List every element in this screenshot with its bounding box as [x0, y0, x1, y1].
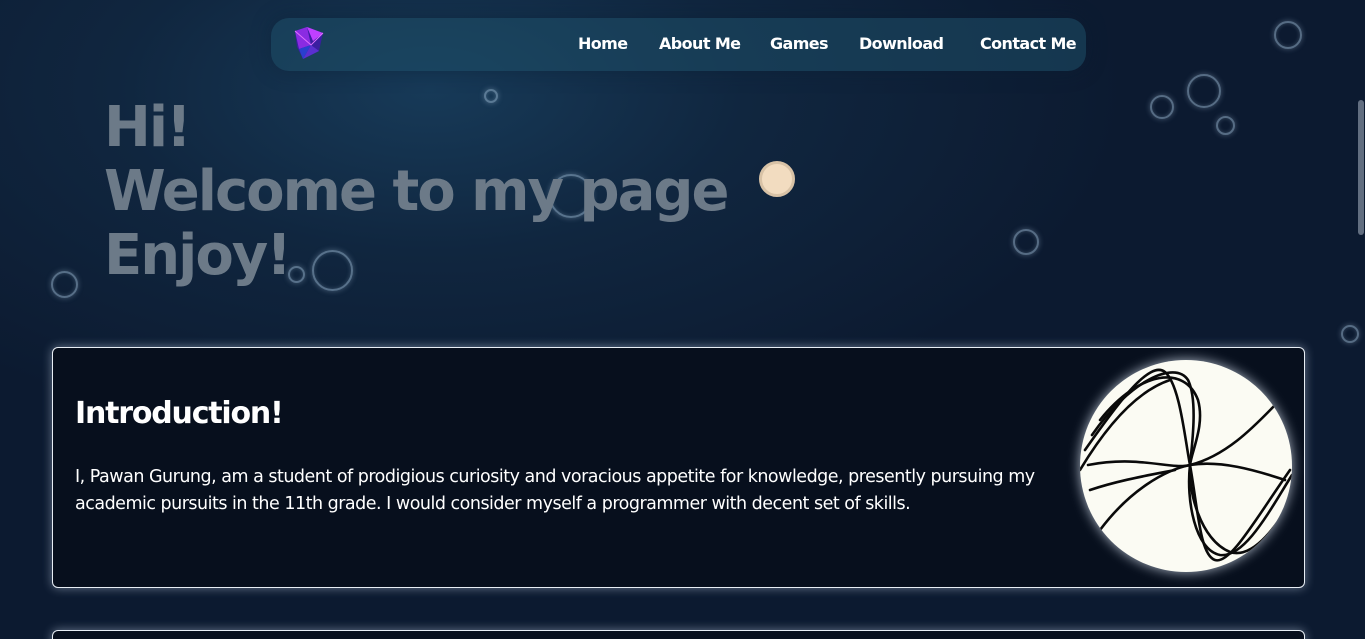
- bubble-decoration: [1187, 74, 1221, 108]
- introduction-title: Introduction!: [75, 396, 284, 431]
- purple-geometric-logo-icon[interactable]: [293, 27, 325, 61]
- nav-link-home[interactable]: Home: [578, 34, 628, 53]
- top-navigation-bar: Home About Me Games Download Contact Me: [271, 18, 1086, 71]
- page-scrollbar[interactable]: [1357, 0, 1365, 639]
- hero-line-enjoy: Enjoy!: [104, 223, 292, 288]
- profile-avatar: [1080, 360, 1292, 572]
- bubble-decoration: [1013, 229, 1039, 255]
- introduction-card: Introduction! I, Pawan Gurung, am a stud…: [52, 347, 1305, 588]
- bubble-decoration: [1274, 21, 1302, 49]
- bubble-decoration: [1216, 116, 1235, 135]
- abstract-line-art-avatar: [1080, 368, 1292, 562]
- hero-line-welcome: Welcome to my page: [104, 159, 729, 224]
- page: { "nav": { "logo_icon": "purple-geometri…: [0, 0, 1365, 639]
- bubble-decoration: [1150, 95, 1174, 119]
- hero-line-hi: Hi!: [104, 95, 192, 160]
- moon-orb: [759, 161, 795, 197]
- nav-link-download[interactable]: Download: [859, 34, 944, 53]
- next-section-card: [52, 630, 1305, 639]
- introduction-text: I, Pawan Gurung, am a student of prodigi…: [75, 467, 1035, 514]
- nav-link-games[interactable]: Games: [770, 34, 829, 53]
- bubble-decoration: [51, 271, 78, 298]
- nav-link-about-me[interactable]: About Me: [659, 34, 741, 53]
- hero-greeting: Hi! Welcome to my page Enjoy!: [104, 95, 729, 288]
- scrollbar-thumb[interactable]: [1358, 100, 1364, 235]
- nav-link-contact-me[interactable]: Contact Me: [980, 34, 1077, 53]
